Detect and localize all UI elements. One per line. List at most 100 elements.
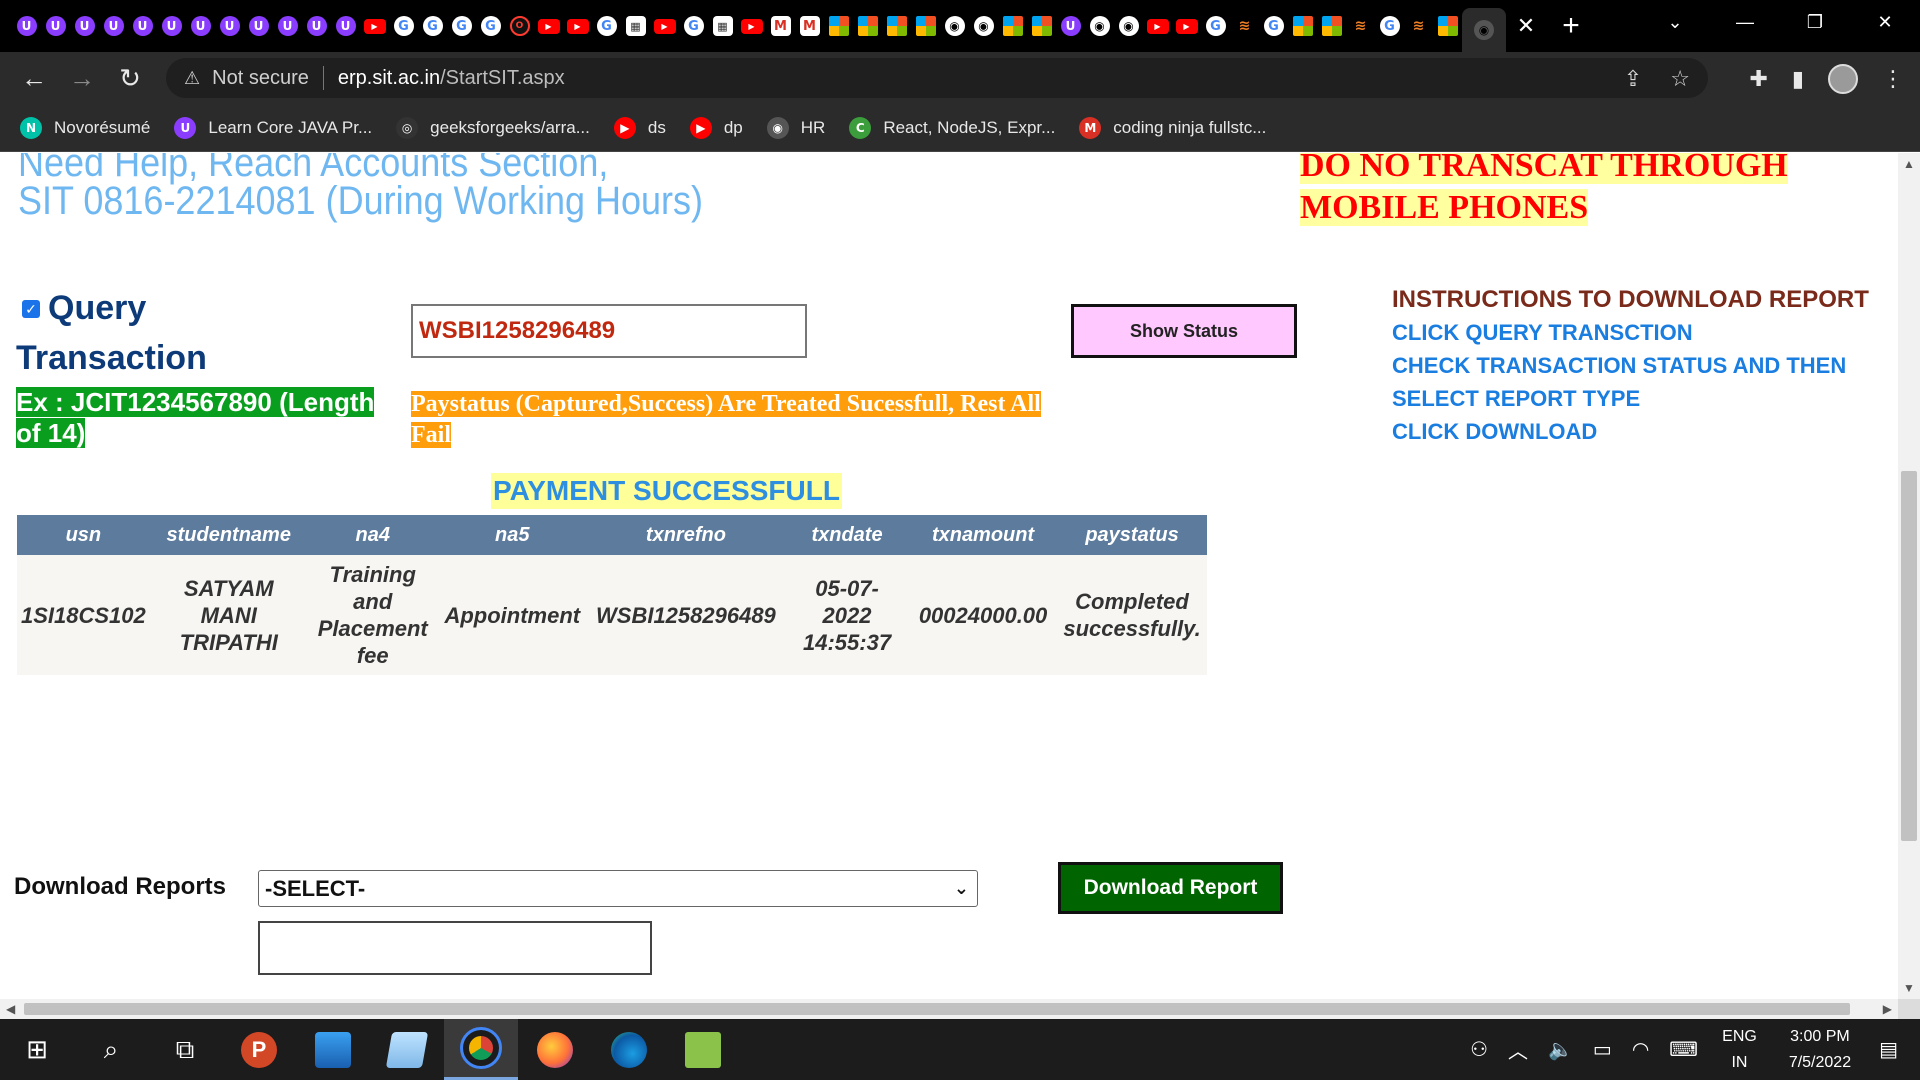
chevron-up-icon[interactable]: ︿: [1508, 1035, 1528, 1064]
notes-app-icon[interactable]: [370, 1019, 444, 1080]
browser-tab[interactable]: G: [476, 0, 505, 52]
horizontal-scroll-thumb[interactable]: [24, 1003, 1850, 1015]
keyboard-icon[interactable]: ⌨: [1669, 1037, 1698, 1062]
minimize-button[interactable]: —: [1710, 12, 1780, 33]
browser-tab[interactable]: U: [1056, 0, 1085, 52]
browser-tab[interactable]: ◉: [969, 0, 998, 52]
browser-tab[interactable]: G: [447, 0, 476, 52]
browser-tab[interactable]: [1027, 0, 1056, 52]
chrome-app-icon[interactable]: [444, 1019, 518, 1080]
browser-tab[interactable]: U: [41, 0, 70, 52]
browser-tab[interactable]: ◉: [1462, 8, 1506, 52]
browser-tab[interactable]: ≋: [1404, 0, 1433, 52]
browser-tab[interactable]: ▦: [708, 0, 737, 52]
extensions-puzzle-icon[interactable]: ✚: [1749, 66, 1767, 92]
horizontal-scrollbar[interactable]: ◀ ▶: [0, 999, 1898, 1019]
bookmark-item[interactable]: C React, NodeJS, Expr...: [849, 116, 1055, 139]
browser-tab[interactable]: ▶: [534, 0, 563, 52]
battery-icon[interactable]: ▭: [1593, 1037, 1612, 1062]
forward-arrow-icon[interactable]: →: [58, 63, 106, 94]
browser-tab[interactable]: M: [766, 0, 795, 52]
browser-tab[interactable]: U: [128, 0, 157, 52]
browser-tab[interactable]: G: [418, 0, 447, 52]
download-report-button[interactable]: Download Report: [1058, 862, 1283, 914]
browser-tab[interactable]: U: [215, 0, 244, 52]
browser-tab[interactable]: ◉: [940, 0, 969, 52]
browser-tab[interactable]: U: [244, 0, 273, 52]
browser-tab[interactable]: G: [389, 0, 418, 52]
people-icon[interactable]: ⚇: [1470, 1037, 1488, 1062]
notification-icon[interactable]: ▤: [1879, 1037, 1898, 1062]
browser-tab[interactable]: [911, 0, 940, 52]
show-status-button[interactable]: Show Status: [1071, 304, 1297, 358]
browser-tab[interactable]: G: [592, 0, 621, 52]
scroll-left-icon[interactable]: ◀: [6, 999, 15, 1019]
reload-icon[interactable]: ↻: [106, 63, 154, 94]
browser-tab[interactable]: U: [273, 0, 302, 52]
tab-search-icon[interactable]: ⌄: [1640, 12, 1710, 33]
browser-tab[interactable]: M: [795, 0, 824, 52]
task-view-icon[interactable]: ⧉: [148, 1019, 222, 1080]
back-arrow-icon[interactable]: ←: [10, 63, 58, 94]
clock[interactable]: 3:00 PM 7/5/2022: [1789, 1024, 1851, 1076]
this-pc-icon[interactable]: [296, 1019, 370, 1080]
tab-close-button[interactable]: ✕: [1506, 13, 1546, 39]
browser-tab[interactable]: ◉: [1114, 0, 1143, 52]
browser-tab[interactable]: [824, 0, 853, 52]
volume-icon[interactable]: 🔈: [1548, 1037, 1573, 1062]
browser-tab[interactable]: [1317, 0, 1346, 52]
wifi-icon[interactable]: ◠: [1632, 1037, 1649, 1062]
bookmark-item[interactable]: ◎ geeksforgeeks/arra...: [396, 116, 590, 139]
browser-tab[interactable]: U: [70, 0, 99, 52]
language-indicator[interactable]: ENG IN: [1722, 1024, 1757, 1076]
bookmark-item[interactable]: N Novorésumé: [20, 116, 150, 139]
browser-tab[interactable]: G: [1375, 0, 1404, 52]
browser-tab[interactable]: G: [679, 0, 708, 52]
share-icon[interactable]: ⇪: [1624, 66, 1642, 92]
bookmark-item[interactable]: U Learn Core JAVA Pr...: [174, 116, 372, 139]
start-windows-icon[interactable]: ⊞: [0, 1019, 74, 1080]
browser-tab[interactable]: [998, 0, 1027, 52]
browser-tab[interactable]: [1288, 0, 1317, 52]
bookmark-item[interactable]: ▶ dp: [689, 116, 743, 139]
scroll-right-icon[interactable]: ▶: [1883, 999, 1892, 1019]
kebab-menu-icon[interactable]: ⋮: [1882, 66, 1904, 92]
browser-tab[interactable]: ▶: [737, 0, 766, 52]
vertical-scrollbar[interactable]: ▲ ▼: [1898, 153, 1920, 999]
download-output-box[interactable]: [258, 921, 652, 975]
browser-tab[interactable]: ◉: [1085, 0, 1114, 52]
new-tab-button[interactable]: +: [1546, 9, 1596, 43]
bookmark-item[interactable]: ▶ ds: [613, 116, 666, 139]
scroll-down-icon[interactable]: ▼: [1898, 977, 1920, 999]
browser-tab[interactable]: ▶: [1143, 0, 1172, 52]
browser-tab[interactable]: G: [1259, 0, 1288, 52]
browser-tab[interactable]: O: [505, 0, 534, 52]
browser-tab[interactable]: [853, 0, 882, 52]
edge-app-icon[interactable]: [592, 1019, 666, 1080]
browser-tab[interactable]: U: [186, 0, 215, 52]
browser-tab[interactable]: U: [331, 0, 360, 52]
browser-tab[interactable]: ≋: [1230, 0, 1259, 52]
firefox-app-icon[interactable]: [518, 1019, 592, 1080]
browser-tab[interactable]: G: [1201, 0, 1230, 52]
transaction-ref-input[interactable]: WSBI1258296489: [411, 304, 807, 358]
bookmark-star-icon[interactable]: ☆: [1670, 66, 1690, 92]
side-panel-icon[interactable]: ▮: [1792, 66, 1804, 92]
browser-tab[interactable]: ≋: [1346, 0, 1375, 52]
address-bar[interactable]: ⚠ Not secure erp.sit.ac.in /StartSIT.asp…: [166, 58, 1708, 98]
bookmark-item[interactable]: Mcoding ninja fullstc...: [1079, 116, 1266, 139]
notepad-app-icon[interactable]: [666, 1019, 740, 1080]
browser-tab[interactable]: ▶: [1172, 0, 1201, 52]
profile-avatar[interactable]: [1828, 64, 1858, 94]
browser-tab[interactable]: ▶: [563, 0, 592, 52]
browser-tab[interactable]: U: [99, 0, 128, 52]
vertical-scroll-thumb[interactable]: [1901, 471, 1917, 841]
bookmark-item[interactable]: ◉ HR: [766, 116, 825, 139]
browser-tab[interactable]: ▶: [650, 0, 679, 52]
browser-tab[interactable]: U: [302, 0, 331, 52]
close-window-button[interactable]: ✕: [1850, 12, 1920, 33]
browser-tab[interactable]: ▶: [360, 0, 389, 52]
browser-tab[interactable]: U: [12, 0, 41, 52]
app-p-icon[interactable]: P: [222, 1019, 296, 1080]
browser-tab[interactable]: [882, 0, 911, 52]
